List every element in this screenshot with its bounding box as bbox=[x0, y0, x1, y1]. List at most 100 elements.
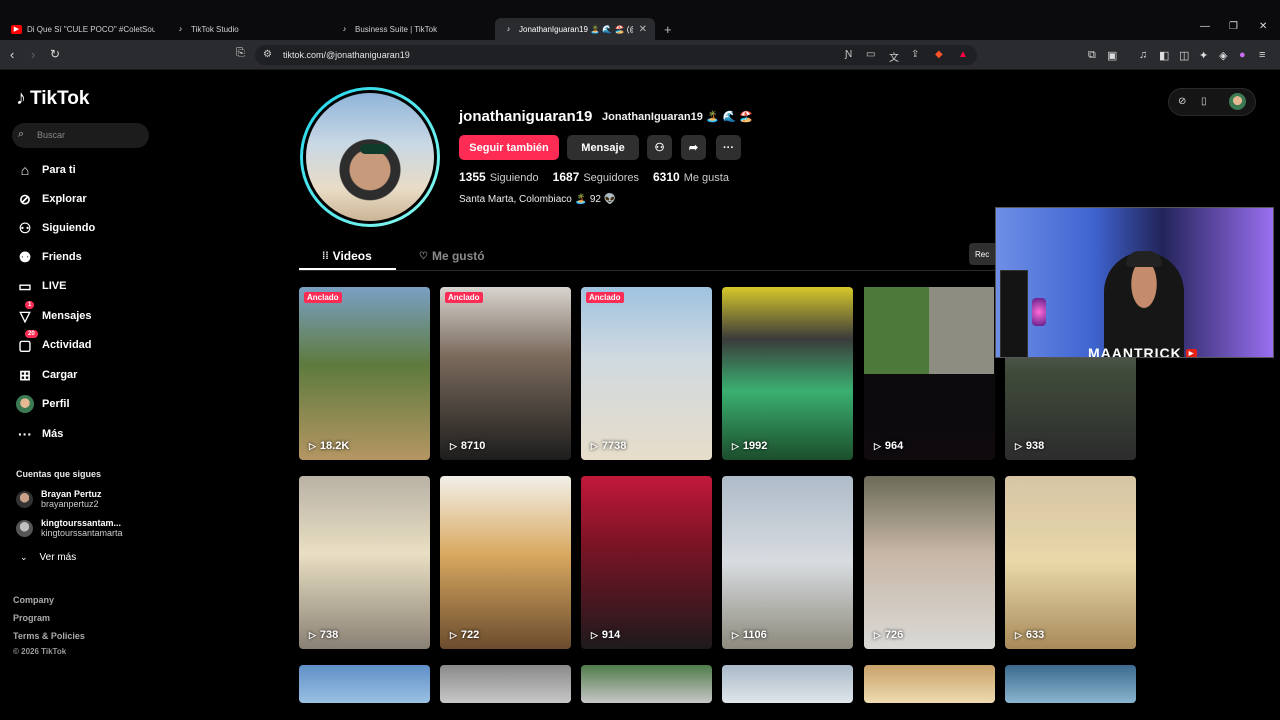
translate-icon[interactable]: 文 bbox=[889, 49, 899, 64]
play-icon: ▷ bbox=[450, 629, 457, 640]
tab-liked[interactable]: ♡ Me gustó bbox=[419, 249, 485, 263]
sidebar-item-perfil[interactable]: Perfil bbox=[16, 393, 70, 415]
user-avatar[interactable] bbox=[1229, 93, 1246, 110]
tiktok-icon: ♪ bbox=[16, 87, 26, 109]
close-window-icon[interactable]: ✕ bbox=[1259, 21, 1267, 32]
footer-link-terms[interactable]: Terms & Policies bbox=[13, 631, 85, 641]
restore-icon[interactable]: ❐ bbox=[1229, 21, 1238, 32]
view-count-value: 722 bbox=[460, 629, 480, 641]
tiktok-icon: ♪ bbox=[506, 25, 511, 33]
video-thumbnail[interactable] bbox=[722, 665, 853, 703]
add-friend-icon[interactable]: ⚇ bbox=[647, 135, 672, 160]
tab-videos[interactable]: ⁞⁞ Videos bbox=[322, 249, 372, 263]
url-text[interactable]: tiktok.com/@jonathaniguaran19 bbox=[283, 50, 410, 60]
followers-label: Seguidores bbox=[583, 172, 639, 184]
play-icon: ▷ bbox=[309, 629, 316, 640]
brave-shield-icon[interactable]: ◆ bbox=[935, 49, 943, 60]
message-button[interactable]: Mensaje bbox=[567, 135, 639, 160]
video-thumbnail[interactable] bbox=[864, 665, 995, 703]
video-thumbnail[interactable]: Anclado ▷ 7738 bbox=[581, 287, 712, 460]
site-info-icon[interactable]: ⚙ bbox=[263, 49, 272, 60]
video-thumbnail[interactable] bbox=[299, 665, 430, 703]
follow-back-button[interactable]: Seguir también bbox=[459, 135, 559, 160]
video-thumbnail[interactable] bbox=[440, 665, 571, 703]
leo-icon[interactable]: ✦ bbox=[1199, 49, 1208, 62]
video-thumbnail[interactable]: ▷ 633 bbox=[1005, 476, 1136, 649]
video-thumbnail[interactable]: ▷ 914 bbox=[581, 476, 712, 649]
view-count-value: 7738 bbox=[601, 440, 627, 452]
phone-icon[interactable]: ▯ bbox=[1201, 96, 1207, 107]
cast-icon[interactable]: ▭ bbox=[866, 49, 875, 60]
vpn-icon[interactable]: ◈ bbox=[1219, 49, 1227, 62]
video-thumbnail[interactable]: Anclado ▷ 8710 bbox=[440, 287, 571, 460]
browser-tab[interactable]: ♪ Business Suite | TikTok bbox=[331, 18, 491, 40]
stat-followers[interactable]: 1687 Seguidores bbox=[553, 170, 639, 184]
extensions-icon[interactable]: ⧉ bbox=[1088, 49, 1096, 62]
sidebar-item-más[interactable]: ··· Más bbox=[16, 423, 63, 445]
video-thumbnail[interactable] bbox=[581, 665, 712, 703]
browser-tab[interactable]: ♪ TikTok Studio bbox=[167, 18, 327, 40]
likes-count: 6310 bbox=[653, 170, 680, 184]
tab-search-icon[interactable]: ▣ bbox=[1107, 49, 1117, 62]
video-thumbnail[interactable] bbox=[1005, 665, 1136, 703]
avatar bbox=[16, 490, 33, 508]
footer-link-company[interactable]: Company bbox=[13, 595, 54, 605]
sidebar-item-mensajes[interactable]: ▽ 1 Mensajes bbox=[16, 301, 92, 327]
minimize-icon[interactable]: — bbox=[1200, 21, 1210, 32]
sidebar-item-friends[interactable]: ⚉ Friends bbox=[16, 246, 82, 268]
sidebar-item-cargar[interactable]: ⊞ Cargar bbox=[16, 364, 77, 386]
browser-tab[interactable]: ▶ Di Que Sí "CULE POCO" #ColetSound bbox=[3, 18, 163, 40]
compass-icon[interactable]: ⊘ bbox=[1178, 96, 1186, 107]
profile-bio: Santa Marta, Colombiaco 🏝️ 92 👽 bbox=[459, 194, 617, 205]
profile-avatar[interactable] bbox=[300, 87, 440, 227]
browser-tab[interactable]: ♪ JonathanIguaran19 🏝️ 🌊 🏖️ (@ ✕ bbox=[495, 18, 655, 40]
reader-off-icon[interactable]: Ɲ bbox=[845, 49, 852, 60]
share-icon[interactable]: ⇪ bbox=[911, 49, 919, 60]
media-icon[interactable]: ♫ bbox=[1139, 49, 1147, 61]
search-input[interactable] bbox=[12, 123, 149, 148]
view-count-value: 1106 bbox=[742, 629, 767, 641]
search-placeholder: Buscar bbox=[37, 130, 66, 140]
sidebar-item-actividad[interactable]: ▢ 20 Actividad bbox=[16, 330, 92, 356]
bookmark-icon[interactable]: ⎘ bbox=[236, 47, 245, 60]
share-profile-icon[interactable]: ➦ bbox=[681, 135, 706, 160]
wallet-icon[interactable]: ◫ bbox=[1179, 49, 1189, 62]
following-account[interactable]: kingtourssantam... kingtourssantamarta bbox=[16, 518, 123, 538]
sidebar-item-para-ti[interactable]: ⌂ Para ti bbox=[16, 159, 76, 181]
play-icon: ▷ bbox=[874, 629, 881, 640]
view-count-value: 726 bbox=[884, 629, 904, 641]
video-thumbnail[interactable]: Anclado ▷ 18.2K bbox=[299, 287, 430, 460]
play-icon: ▷ bbox=[874, 440, 881, 451]
view-count-value: 938 bbox=[1025, 440, 1045, 452]
following-account[interactable]: Brayan Pertuz brayanpertuz2 bbox=[16, 489, 102, 509]
menu-icon[interactable]: ≡ bbox=[1259, 49, 1265, 61]
see-more-button[interactable]: ⌄ Ver más bbox=[20, 552, 76, 563]
footer-link-program[interactable]: Program bbox=[13, 613, 50, 623]
tiktok-icon: ♪ bbox=[342, 25, 347, 33]
pc-tower bbox=[1000, 270, 1028, 357]
sidebar-item-live[interactable]: ▭ LIVE bbox=[16, 275, 66, 297]
brave-rewards-icon[interactable]: ▲ bbox=[958, 49, 968, 60]
back-icon[interactable]: ‹ bbox=[10, 47, 14, 62]
more-options-icon[interactable]: ··· bbox=[716, 135, 741, 160]
forward-icon[interactable]: › bbox=[31, 47, 35, 62]
tiktok-logo[interactable]: ♪ TikTok bbox=[16, 87, 89, 110]
grid-icon: ⁞⁞ bbox=[322, 250, 329, 262]
sidebar-item-label: Friends bbox=[42, 251, 82, 263]
close-tab-icon[interactable]: ✕ bbox=[633, 24, 647, 35]
search-icon: ⌕ bbox=[18, 128, 25, 140]
new-tab-button[interactable]: + bbox=[664, 22, 672, 37]
stat-following[interactable]: 1355 Siguiendo bbox=[459, 170, 539, 184]
sidebar-item-label: Mensajes bbox=[42, 310, 92, 322]
profile-icon[interactable]: ● bbox=[1239, 49, 1246, 61]
sidebar-item-siguiendo[interactable]: ⚇ Siguiendo bbox=[16, 217, 95, 239]
sidebar-toggle-icon[interactable]: ◧ bbox=[1159, 49, 1169, 62]
video-thumbnail[interactable]: ▷ 726 bbox=[864, 476, 995, 649]
account-handle: kingtourssantamarta bbox=[41, 528, 123, 538]
video-thumbnail[interactable]: ▷ 1992 bbox=[722, 287, 853, 460]
video-thumbnail[interactable]: ▷ 1106 bbox=[722, 476, 853, 649]
reload-icon[interactable]: ↻ bbox=[50, 47, 60, 61]
video-thumbnail[interactable]: ▷ 722 bbox=[440, 476, 571, 649]
video-thumbnail[interactable]: ▷ 738 bbox=[299, 476, 430, 649]
sidebar-item-explorar[interactable]: ⊘ Explorar bbox=[16, 188, 87, 210]
